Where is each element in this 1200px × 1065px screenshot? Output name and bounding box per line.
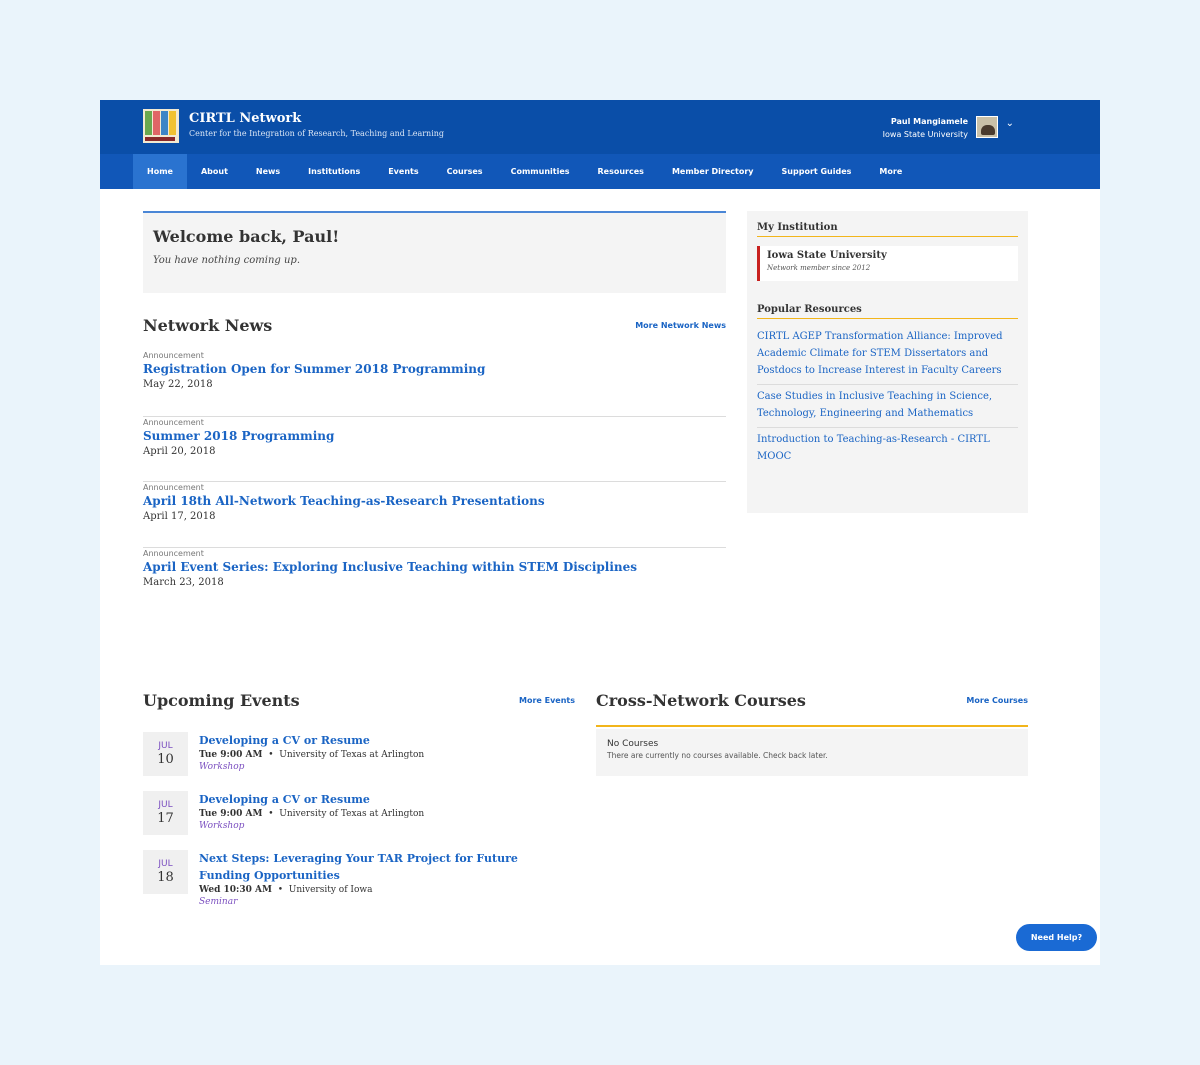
institution-card[interactable]: Iowa State University Network member sin… (757, 246, 1018, 281)
events-header: Upcoming Events More Events (143, 691, 575, 713)
events-list: JUL 10 Developing a CV or Resume Tue 9:0… (143, 732, 575, 930)
event-day: 18 (157, 870, 174, 885)
news-category: Announcement (143, 417, 204, 427)
popular-resources-title: Popular Resources (757, 304, 1018, 319)
event-body: Next Steps: Leveraging Your TAR Project … (199, 850, 569, 907)
resource-link[interactable]: Case Studies in Inclusive Teaching in Sc… (757, 385, 1018, 428)
resources-list: CIRTL AGEP Transformation Alliance: Impr… (757, 325, 1018, 470)
event-title-link[interactable]: Developing a CV or Resume (199, 791, 569, 808)
nav-item-events[interactable]: Events (374, 154, 432, 189)
nav-item-communities[interactable]: Communities (497, 154, 584, 189)
courses-title: Cross-Network Courses (596, 691, 806, 710)
news-item: Announcement Registration Open for Summe… (143, 351, 726, 417)
event-body: Developing a CV or Resume Tue 9:00 AM • … (199, 732, 569, 772)
event-location: University of Texas at Arlington (279, 750, 425, 760)
event-month: JUL (158, 741, 173, 751)
event-item: JUL 17 Developing a CV or Resume Tue 9:0… (143, 791, 575, 850)
nav-item-news[interactable]: News (242, 154, 294, 189)
event-title-link[interactable]: Developing a CV or Resume (199, 732, 569, 749)
nav-item-institutions[interactable]: Institutions (294, 154, 374, 189)
event-day: 10 (157, 752, 174, 767)
app-window: CIRTL Network Center for the Integration… (100, 100, 1100, 965)
event-date-badge: JUL 10 (143, 732, 188, 776)
news-title-link[interactable]: Summer 2018 Programming (143, 429, 726, 443)
news-item: Announcement Summer 2018 Programming Apr… (143, 417, 726, 482)
news-date: April 17, 2018 (143, 511, 216, 522)
news-date: March 23, 2018 (143, 576, 224, 588)
event-body: Developing a CV or Resume Tue 9:00 AM • … (199, 791, 569, 831)
news-category: Announcement (143, 483, 204, 492)
welcome-panel: Welcome back, Paul! You have nothing com… (143, 211, 726, 293)
resource-link[interactable]: Introduction to Teaching-as-Research - C… (757, 428, 1018, 470)
news-category: Announcement (143, 351, 204, 360)
news-date: May 22, 2018 (143, 379, 213, 390)
avatar[interactable] (976, 116, 998, 138)
event-date-badge: JUL 18 (143, 850, 188, 894)
welcome-subtitle: You have nothing coming up. (153, 255, 301, 266)
news-header: Network News More Network News (143, 316, 726, 338)
event-month: JUL (158, 859, 173, 869)
news-title-link[interactable]: April Event Series: Exploring Inclusive … (143, 560, 726, 574)
event-item: JUL 10 Developing a CV or Resume Tue 9:0… (143, 732, 575, 791)
user-menu[interactable]: Paul Mangiamele Iowa State University (883, 115, 968, 141)
event-time: Tue 9:00 AM (199, 750, 263, 760)
event-meta: Tue 9:00 AM • University of Texas at Arl… (199, 750, 425, 760)
news-list: Announcement Registration Open for Summe… (143, 351, 726, 613)
news-item: Announcement April 18th All-Network Teac… (143, 482, 726, 548)
nav-item-resources[interactable]: Resources (584, 154, 658, 189)
event-time: Wed 10:30 AM (199, 885, 272, 895)
event-location: University of Iowa (288, 885, 373, 895)
nav-item-member-directory[interactable]: Member Directory (658, 154, 768, 189)
more-courses-link[interactable]: More Courses (966, 696, 1028, 705)
event-day: 17 (157, 811, 174, 826)
need-help-button[interactable]: Need Help? (1016, 924, 1097, 951)
brand-title[interactable]: CIRTL Network (189, 111, 301, 126)
more-events-link[interactable]: More Events (519, 696, 575, 705)
event-location: University of Texas at Arlington (279, 809, 425, 819)
chevron-down-icon[interactable]: ⌄ (1006, 118, 1014, 129)
main-nav: Home About News Institutions Events Cour… (100, 154, 1100, 189)
events-title: Upcoming Events (143, 691, 300, 710)
event-type: Workshop (199, 821, 245, 831)
nav-item-more[interactable]: More (865, 154, 916, 189)
more-news-link[interactable]: More Network News (635, 321, 726, 330)
event-title-link[interactable]: Next Steps: Leveraging Your TAR Project … (199, 850, 569, 884)
nav-item-support-guides[interactable]: Support Guides (768, 154, 866, 189)
news-title-link[interactable]: April 18th All-Network Teaching-as-Resea… (143, 494, 726, 508)
event-item: JUL 18 Next Steps: Leveraging Your TAR P… (143, 850, 575, 930)
event-meta: Wed 10:30 AM • University of Iowa (199, 885, 373, 895)
event-date-badge: JUL 17 (143, 791, 188, 835)
nav-item-courses[interactable]: Courses (433, 154, 497, 189)
news-date: April 20, 2018 (143, 445, 216, 457)
institution-name: Iowa State University (767, 250, 887, 261)
courses-empty-state: No Courses There are currently no course… (596, 729, 1028, 776)
nav-item-home[interactable]: Home (133, 154, 187, 189)
no-courses-title: No Courses (607, 739, 659, 749)
user-name: Paul Mangiamele (890, 117, 968, 126)
no-courses-desc: There are currently no courses available… (607, 751, 828, 760)
nav-item-about[interactable]: About (187, 154, 242, 189)
event-type: Seminar (199, 897, 238, 907)
news-item: Announcement April Event Series: Explori… (143, 548, 726, 614)
event-time: Tue 9:00 AM (199, 809, 263, 819)
courses-header: Cross-Network Courses More Courses (596, 691, 1028, 727)
institution-since: Network member since 2012 (767, 264, 871, 272)
cirtl-logo[interactable] (143, 109, 179, 143)
event-type: Workshop (199, 762, 245, 772)
resource-link[interactable]: CIRTL AGEP Transformation Alliance: Impr… (757, 325, 1018, 385)
news-category: Announcement (143, 548, 204, 558)
brand-subtitle: Center for the Integration of Research, … (189, 129, 445, 138)
event-meta: Tue 9:00 AM • University of Texas at Arl… (199, 809, 425, 819)
news-title-link[interactable]: Registration Open for Summer 2018 Progra… (143, 362, 726, 376)
my-institution-title: My Institution (757, 222, 1018, 237)
user-institution: Iowa State University (882, 130, 968, 139)
sidebar: My Institution Iowa State University Net… (747, 211, 1028, 513)
news-title: Network News (143, 316, 273, 335)
top-header: CIRTL Network Center for the Integration… (100, 100, 1100, 154)
welcome-title: Welcome back, Paul! (153, 227, 340, 246)
event-month: JUL (158, 800, 173, 810)
